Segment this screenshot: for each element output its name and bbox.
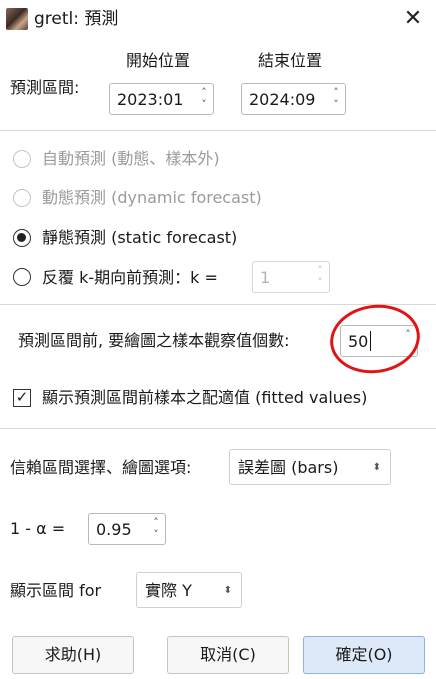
updown-icon: ⬍ — [372, 462, 381, 473]
end-value: 2024:09 — [249, 90, 316, 109]
radio-auto[interactable] — [13, 150, 31, 168]
pre-obs-label: 預測區間前, 要繪圖之樣本觀察值個數: — [18, 331, 290, 350]
separator — [0, 428, 436, 429]
range-label: 預測區間: — [10, 78, 80, 97]
alpha-value: 0.95 — [96, 520, 132, 539]
fitted-label: 顯示預測區間前樣本之配適值 (fitted values) — [42, 388, 368, 407]
radio-kstep-label: 反覆 k-期向前預測：k = — [42, 268, 218, 287]
chevron-down-icon[interactable]: ˅ — [329, 99, 343, 111]
alpha-label: 1 - α = — [10, 519, 66, 538]
radio-static[interactable] — [13, 229, 31, 247]
end-spinner[interactable]: 2024:09 ˄ ˅ — [241, 83, 346, 115]
window-title: gretl: 預測 — [34, 9, 119, 29]
conf-label: 信賴區間選擇、繪圖選項: — [10, 458, 192, 477]
fitted-checkbox[interactable]: ✓ — [13, 389, 31, 407]
start-heading: 開始位置 — [126, 51, 191, 70]
chevron-down-icon[interactable]: ˅ — [197, 99, 211, 111]
display-value: 實際 Y — [145, 581, 192, 600]
radio-selected-dot — [17, 233, 26, 242]
conf-select[interactable]: 誤差圖 (bars) ⬍ — [229, 449, 391, 485]
k-spinner[interactable]: 1 ˄ ˅ — [252, 261, 330, 293]
conf-value: 誤差圖 (bars) — [238, 458, 339, 477]
ok-button[interactable]: 確定(O) — [303, 636, 425, 674]
chevron-down-icon[interactable]: ˅ — [313, 277, 327, 289]
radio-static-label: 靜態預測 (static forecast) — [42, 228, 238, 247]
chevron-down-icon[interactable]: ˅ — [149, 529, 163, 541]
start-spinner[interactable]: 2023:01 ˄ ˅ — [109, 83, 214, 115]
display-select[interactable]: 實際 Y ⬍ — [136, 572, 242, 608]
updown-icon: ⬍ — [223, 585, 232, 596]
close-icon[interactable]: ✕ — [400, 6, 426, 32]
radio-dynamic-label: 動態預測 (dynamic forecast) — [42, 188, 262, 207]
display-label: 顯示區間 for — [10, 581, 102, 600]
radio-dynamic[interactable] — [13, 189, 31, 207]
start-value: 2023:01 — [117, 90, 184, 109]
end-heading: 結束位置 — [258, 51, 323, 70]
radio-auto-label: 自動預測 (動態、樣本外) — [42, 149, 220, 168]
help-button[interactable]: 求助(H) — [12, 636, 134, 674]
k-value: 1 — [260, 268, 271, 287]
red-annotation-circle — [325, 299, 425, 379]
app-icon — [6, 8, 28, 30]
cancel-button[interactable]: 取消(C) — [167, 636, 289, 674]
separator — [0, 130, 436, 131]
alpha-spinner[interactable]: 0.95 ˄ ˅ — [88, 513, 166, 545]
radio-kstep[interactable] — [13, 268, 31, 286]
